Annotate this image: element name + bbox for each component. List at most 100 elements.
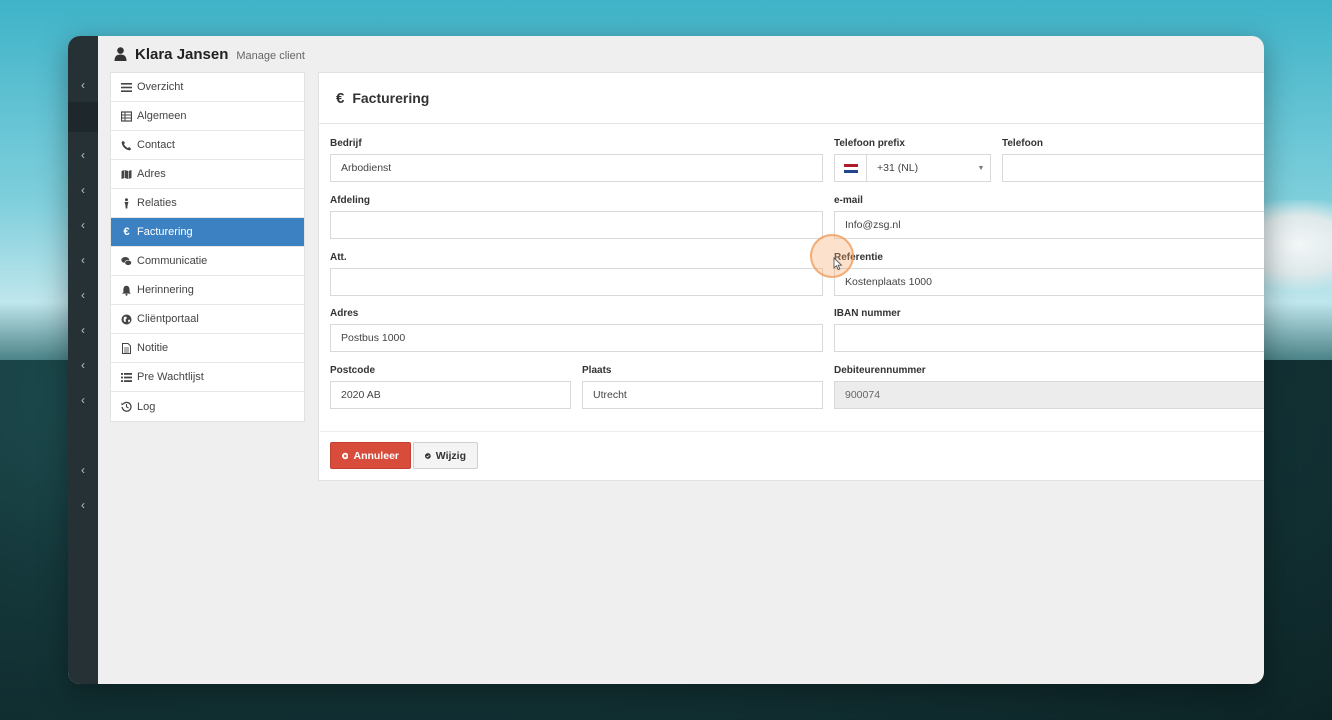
rail-collapse-chevron-icon[interactable]: ‹ — [68, 149, 98, 161]
rail-collapse-chevron-icon[interactable]: ‹ — [68, 219, 98, 231]
note-icon — [121, 342, 132, 354]
sidebar-item-label: Cliëntportaal — [137, 313, 199, 325]
sidebar-item-label: Overzicht — [137, 81, 184, 93]
rail-collapse-chevron-icon[interactable]: ‹ — [68, 394, 98, 406]
caret-down-icon: ▼ — [977, 164, 985, 172]
bell-icon — [121, 285, 132, 296]
rail-collapse-chevron-icon[interactable]: ‹ — [68, 499, 98, 511]
sidebar-item-facturering[interactable]: € Facturering — [111, 218, 304, 247]
sidebar-item-label: Herinnering — [137, 284, 194, 296]
sidebar-item-algemeen[interactable]: Algemeen — [111, 102, 304, 131]
sidebar-item-clientportaal[interactable]: Cliëntportaal — [111, 305, 304, 334]
debiteurennummer-field-group: Debiteurennummer 900074 — [834, 365, 1264, 409]
att-input[interactable] — [330, 268, 823, 296]
sidebar-item-overzicht[interactable]: Overzicht — [111, 73, 304, 102]
history-icon — [121, 401, 132, 412]
iban-label: IBAN nummer — [834, 308, 901, 319]
form-divider — [320, 431, 1264, 432]
section-nav: Overzicht Algemeen Contact Adres Relatie… — [110, 72, 305, 422]
adres-label: Adres — [330, 308, 359, 319]
left-rail: ‹ ‹ ‹ ‹ ‹ ‹ ‹ ‹ ‹ ‹ ‹ — [68, 36, 98, 684]
rail-collapse-chevron-icon[interactable]: ‹ — [68, 79, 98, 91]
sidebar-item-pre-wachtlijst[interactable]: Pre Wachtlijst — [111, 363, 304, 392]
afdeling-label: Afdeling — [330, 195, 370, 206]
rail-collapse-chevron-icon[interactable]: ‹ — [68, 289, 98, 301]
afdeling-input[interactable] — [330, 211, 823, 239]
email-field-group: e-mail Info@zsg.nl — [834, 195, 1264, 239]
rail-collapse-chevron-icon[interactable]: ‹ — [68, 359, 98, 371]
rail-collapse-chevron-icon[interactable]: ‹ — [68, 254, 98, 266]
billing-panel: € Facturering Bedrijf Arbodienst Telefoo… — [318, 72, 1264, 481]
sidebar-item-label: Algemeen — [137, 110, 187, 122]
euro-icon: € — [123, 226, 130, 238]
debiteurennummer-input: 900074 — [834, 381, 1264, 409]
postcode-input[interactable]: 2020 AB — [330, 381, 571, 409]
telefoon-field-group: Telefoon — [1002, 138, 1264, 182]
telefoon-prefix-label: Telefoon prefix — [834, 138, 905, 149]
edit-button-label: Wijzig — [435, 449, 466, 462]
sidebar-item-label: Relaties — [137, 197, 177, 209]
map-icon — [121, 169, 132, 180]
plaats-input[interactable]: Utrecht — [582, 381, 823, 409]
page-header: Klara Jansen Manage client — [114, 44, 305, 64]
netherlands-flag-icon — [835, 155, 867, 181]
relations-icon — [121, 197, 132, 209]
iban-field-group: IBAN nummer — [834, 308, 1264, 352]
sidebar-item-notitie[interactable]: Notitie — [111, 334, 304, 363]
cancel-button-label: Annuleer — [353, 449, 399, 462]
referentie-field-group: Referentie Kostenplaats 1000 — [834, 252, 1264, 296]
cancel-button[interactable]: Annuleer — [330, 442, 411, 469]
app-window: ‹ ‹ ‹ ‹ ‹ ‹ ‹ ‹ ‹ ‹ ‹ Klara Jansen Manag… — [68, 36, 1264, 684]
afdeling-field-group: Afdeling — [330, 195, 823, 239]
edit-button[interactable]: Wijzig — [413, 442, 478, 469]
rail-collapse-chevron-icon[interactable]: ‹ — [68, 324, 98, 336]
sidebar-item-contact[interactable]: Contact — [111, 131, 304, 160]
page-title: Klara Jansen — [135, 45, 229, 63]
sidebar-item-label: Notitie — [137, 342, 169, 354]
phone-icon — [121, 140, 132, 151]
mouse-cursor-icon — [833, 257, 843, 271]
referentie-label: Referentie — [834, 252, 883, 263]
telefoon-prefix-select[interactable]: +31 (NL) ▼ — [834, 154, 991, 182]
comments-icon — [121, 256, 132, 267]
times-circle-icon — [342, 452, 349, 459]
sidebar-item-label: Log — [137, 400, 156, 413]
bedrijf-input[interactable]: Arbodienst — [330, 154, 823, 182]
telefoon-input[interactable] — [1002, 154, 1264, 182]
debiteurennummer-label: Debiteurennummer — [834, 365, 926, 376]
sidebar-item-label: Facturering — [137, 226, 193, 238]
sidebar-item-label: Communicatie — [137, 255, 208, 267]
table-icon — [121, 110, 132, 122]
adres-input[interactable]: Postbus 1000 — [330, 324, 823, 352]
bedrijf-label: Bedrijf — [330, 138, 362, 149]
iban-input[interactable] — [834, 324, 1264, 352]
rail-collapse-chevron-icon[interactable]: ‹ — [68, 464, 98, 476]
telefoon-prefix-value: +31 (NL) — [877, 162, 919, 174]
sidebar-item-communicatie[interactable]: Communicatie — [111, 247, 304, 276]
sidebar-item-label: Pre Wachtlijst — [137, 371, 204, 383]
bedrijf-field-group: Bedrijf Arbodienst — [330, 138, 823, 182]
sidebar-item-herinnering[interactable]: Herinnering — [111, 276, 304, 305]
rail-collapse-chevron-icon[interactable]: ‹ — [68, 184, 98, 196]
telefoon-label: Telefoon — [1002, 138, 1043, 149]
sidebar-item-adres[interactable]: Adres — [111, 160, 304, 189]
page-subtitle: Manage client — [236, 49, 305, 62]
postcode-label: Postcode — [330, 365, 376, 376]
postcode-field-group: Postcode 2020 AB — [330, 365, 571, 409]
user-icon — [114, 47, 127, 61]
plaats-label: Plaats — [582, 365, 612, 376]
panel-header: € Facturering — [319, 73, 1264, 124]
sidebar-item-label: Contact — [137, 139, 175, 151]
globe-icon — [121, 314, 132, 325]
att-field-group: Att. — [330, 252, 823, 296]
email-input[interactable]: Info@zsg.nl — [834, 211, 1264, 239]
sidebar-item-log[interactable]: Log — [111, 392, 304, 421]
sidebar-item-relaties[interactable]: Relaties — [111, 189, 304, 218]
list-icon — [121, 82, 132, 93]
euro-icon: € — [336, 89, 345, 107]
email-label: e-mail — [834, 195, 863, 206]
cursor-highlight — [810, 234, 854, 278]
referentie-input[interactable]: Kostenplaats 1000 — [834, 268, 1264, 296]
plaats-field-group: Plaats Utrecht — [582, 365, 823, 409]
adres-field-group: Adres Postbus 1000 — [330, 308, 823, 352]
